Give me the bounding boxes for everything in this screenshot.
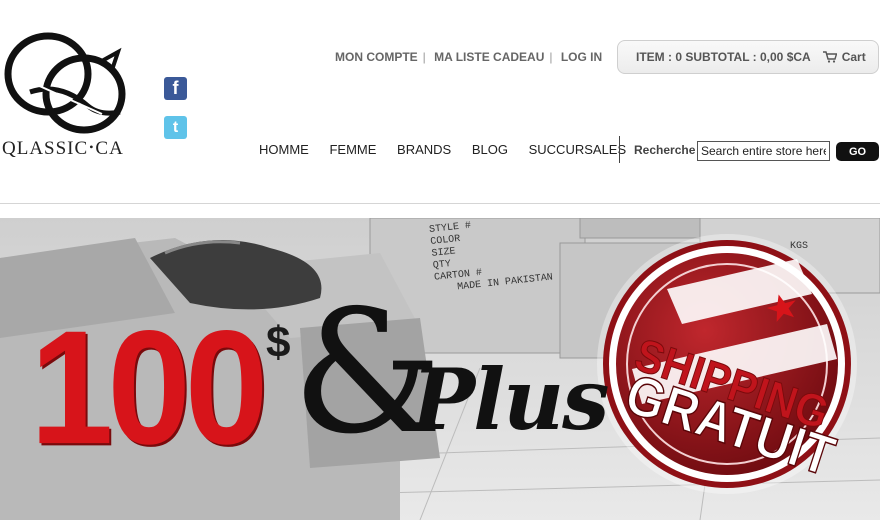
facebook-icon[interactable]: f — [164, 77, 187, 100]
search-go-button[interactable]: GO — [836, 142, 879, 161]
promo-currency: $ — [266, 318, 291, 367]
nav-item-succursales[interactable]: SUCCURSALES — [529, 142, 627, 157]
nav-divider — [619, 136, 620, 163]
login-link[interactable]: LOG IN — [561, 50, 602, 64]
search-input[interactable] — [697, 141, 830, 161]
gift-list-link[interactable]: MA LISTE CADEAU — [434, 50, 544, 64]
nav-item-brands[interactable]: BRANDS — [397, 142, 451, 157]
promo-banner[interactable]: 100 $ & Plus SHIPPING GRATUIT STYLE # CO… — [0, 218, 880, 520]
cart-subtotal: ITEM : 0 SUBTOTAL : 0,00 $CA — [636, 50, 811, 64]
account-links: MON COMPTE | MA LISTE CADEAU | LOG IN — [335, 50, 603, 64]
cart-icon — [822, 51, 837, 63]
twitter-icon[interactable]: t — [164, 116, 187, 139]
brand-name: QLASSIC•CA — [2, 138, 124, 159]
main-nav: HOMME FEMME BRANDS BLOG SUCCURSALES — [259, 142, 643, 157]
header-divider — [0, 203, 880, 204]
promo-plus: Plus — [412, 350, 609, 449]
cart-summary[interactable]: ITEM : 0 SUBTOTAL : 0,00 $CA Cart — [617, 40, 879, 74]
promo-amount: 100 — [30, 296, 268, 478]
cart-link[interactable]: Cart — [822, 50, 866, 64]
cart-label: Cart — [841, 50, 866, 64]
my-account-link[interactable]: MON COMPTE — [335, 50, 418, 64]
nav-item-femme[interactable]: FEMME — [329, 142, 376, 157]
search-label: Recherche — [634, 143, 696, 157]
nav-item-blog[interactable]: BLOG — [472, 142, 508, 157]
nav-item-homme[interactable]: HOMME — [259, 142, 309, 157]
